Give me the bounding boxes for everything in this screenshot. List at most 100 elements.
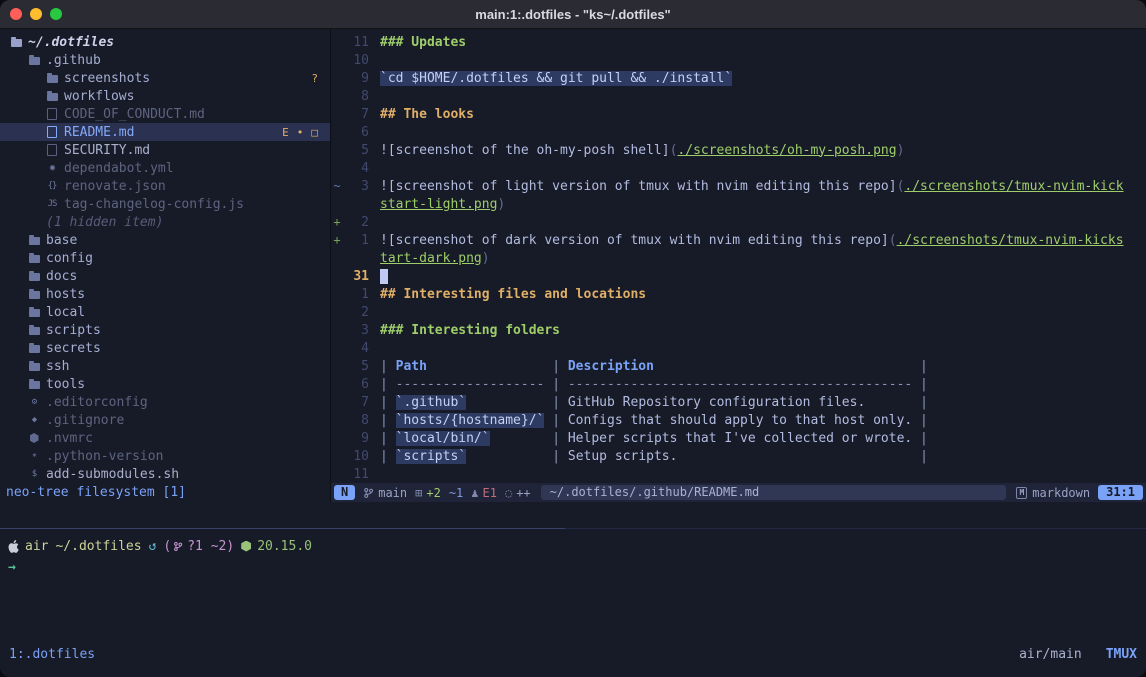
tree-item-hosts[interactable]: hosts bbox=[0, 285, 330, 303]
tmux-pane-divider[interactable] bbox=[0, 528, 1146, 529]
editor-line[interactable]: 1## Interesting files and locations bbox=[331, 285, 1146, 303]
editor-line[interactable]: 5![screenshot of the oh-my-posh shell](.… bbox=[331, 141, 1146, 159]
code-segment: ./screenshots/tmux-nvim-kicks bbox=[897, 233, 1124, 248]
line-number: 6 bbox=[343, 377, 380, 392]
terminal: ~/.dotfiles.githubscreenshots?workflowsC… bbox=[0, 29, 1146, 677]
git-status-segment: ( ?1 ~2 ) bbox=[163, 539, 234, 554]
code-segment: | bbox=[912, 431, 928, 446]
tmux-session: air/main bbox=[1019, 647, 1082, 662]
tree-item-ssh[interactable]: ssh bbox=[0, 357, 330, 375]
line-number: 1 bbox=[343, 287, 380, 302]
tree-item-renovate-json[interactable]: {}renovate.json bbox=[0, 177, 330, 195]
editor-line[interactable]: 7## The looks bbox=[331, 105, 1146, 123]
gutter-sign bbox=[331, 395, 343, 409]
tree-item-workflows[interactable]: workflows bbox=[0, 87, 330, 105]
line-text: ### Updates bbox=[380, 35, 1146, 50]
tree-item-tag-changelog-config-js[interactable]: JStag-changelog-config.js bbox=[0, 195, 330, 213]
line-text: ## Interesting files and locations bbox=[380, 287, 1146, 302]
editor-line[interactable]: 11 bbox=[331, 465, 1146, 483]
tree-item-local[interactable]: local bbox=[0, 303, 330, 321]
editor-line[interactable]: 5| Path | Description | bbox=[331, 357, 1146, 375]
dependabot-icon: ◉ bbox=[46, 162, 58, 174]
gutter-sign bbox=[331, 161, 343, 175]
shell-prompt: air ~/.dotfiles ↺ ( ?1 ~2 ) 20.15.0 bbox=[8, 537, 1138, 555]
tree-item-scripts[interactable]: scripts bbox=[0, 321, 330, 339]
code-segment: ) bbox=[482, 251, 490, 266]
tree-item-dependabot-yml[interactable]: ◉dependabot.yml bbox=[0, 159, 330, 177]
tree-item-base[interactable]: base bbox=[0, 231, 330, 249]
minimize-button[interactable] bbox=[30, 8, 42, 20]
zoom-button[interactable] bbox=[50, 8, 62, 20]
editor-line[interactable]: 4 bbox=[331, 159, 1146, 177]
code-segment: ./screenshots/tmux-nvim-kick bbox=[904, 179, 1123, 194]
line-number: 4 bbox=[343, 161, 380, 176]
filetype-label: markdown bbox=[1032, 486, 1090, 500]
code-segment: ./screenshots/oh-my-posh.png bbox=[677, 143, 896, 158]
line-number: 4 bbox=[343, 341, 380, 356]
tree-item-security-md[interactable]: SECURITY.md bbox=[0, 141, 330, 159]
tree-item-python-version[interactable]: ∗.python-version bbox=[0, 447, 330, 465]
line-text: ![screenshot of the oh-my-posh shell](./… bbox=[380, 143, 1146, 158]
editor-line[interactable]: 8 bbox=[331, 87, 1146, 105]
line-number: 7 bbox=[343, 395, 380, 410]
line-number: 8 bbox=[343, 89, 380, 104]
pad: ------------------- bbox=[396, 377, 545, 392]
editor-line[interactable]: 2 bbox=[331, 303, 1146, 321]
tree-item-secrets[interactable]: secrets bbox=[0, 339, 330, 357]
gutter-sign bbox=[331, 431, 343, 445]
editor-line[interactable]: 9| `local/bin/` | Helper scripts that I'… bbox=[331, 429, 1146, 447]
close-button[interactable] bbox=[10, 8, 22, 20]
editor-line[interactable]: 10 bbox=[331, 51, 1146, 69]
code-segment: | bbox=[380, 359, 396, 374]
command-input-line[interactable]: → bbox=[8, 558, 16, 576]
editor-line[interactable]: 8| `hosts/{hostname}/` | Configs that sh… bbox=[331, 411, 1146, 429]
tmux-window-item[interactable]: 1:.dotfiles bbox=[9, 647, 95, 662]
editor-line[interactable]: 11### Updates bbox=[331, 33, 1146, 51]
code-segment: ) bbox=[897, 143, 905, 158]
code-segment: | bbox=[544, 395, 567, 410]
editor-line[interactable]: 10| `scripts` | Setup scripts. | bbox=[331, 447, 1146, 465]
tree-item-nvmrc[interactable]: .nvmrc bbox=[0, 429, 330, 447]
tmux-status-right: air/main TMUX bbox=[1019, 647, 1137, 662]
line-number: 9 bbox=[343, 71, 380, 86]
editor-line[interactable]: ~3![screenshot of light version of tmux … bbox=[331, 177, 1146, 195]
editor-line[interactable]: 4 bbox=[331, 339, 1146, 357]
tree-item-docs[interactable]: docs bbox=[0, 267, 330, 285]
line-text: ![screenshot of dark version of tmux wit… bbox=[380, 233, 1146, 248]
statusline: N main ⊞ +2 ~1 ♟ E1 ◌ ++ ~/.dotfiles/.gi… bbox=[331, 483, 1146, 502]
tree-item-1-hidden-item[interactable]: (1 hidden item) bbox=[0, 213, 330, 231]
editor-line[interactable]: 9`cd $HOME/.dotfiles && git pull && ./in… bbox=[331, 69, 1146, 87]
tree-item-config[interactable]: config bbox=[0, 249, 330, 267]
editor-line[interactable]: +2 bbox=[331, 213, 1146, 231]
gutter-sign bbox=[331, 467, 343, 481]
diamond-icon: ◆ bbox=[28, 414, 40, 426]
editor-line[interactable]: 31 bbox=[331, 267, 1146, 285]
tree-item-github[interactable]: .github bbox=[0, 51, 330, 69]
editor-line[interactable]: 7| `.github` | GitHub Repository configu… bbox=[331, 393, 1146, 411]
code-segment: ![screenshot of the oh-my-posh shell] bbox=[380, 143, 670, 158]
folder-icon bbox=[46, 90, 58, 102]
tree-item-label: config bbox=[46, 251, 93, 266]
tree-item-dotfiles[interactable]: ~/.dotfiles bbox=[0, 33, 330, 51]
tree-item-tools[interactable]: tools bbox=[0, 375, 330, 393]
editor-line[interactable]: 6 bbox=[331, 123, 1146, 141]
folder-icon bbox=[28, 342, 40, 354]
tree-item-add-submodules-sh[interactable]: $add-submodules.sh bbox=[0, 465, 330, 483]
tree-item-editorconfig[interactable]: ⚙.editorconfig bbox=[0, 393, 330, 411]
asterisk-icon: ∗ bbox=[28, 450, 40, 462]
tree-item-readme-md[interactable]: README.mdE•□ bbox=[0, 123, 330, 141]
line-number: 8 bbox=[343, 413, 380, 428]
editor-line[interactable]: +1![screenshot of dark version of tmux w… bbox=[331, 231, 1146, 249]
editor-line[interactable]: start-light.png) bbox=[331, 195, 1146, 213]
editor-line[interactable]: 3### Interesting folders bbox=[331, 321, 1146, 339]
tree-item-screenshots[interactable]: screenshots? bbox=[0, 69, 330, 87]
line-number: 9 bbox=[343, 431, 380, 446]
gear-icon: ⚙ bbox=[28, 396, 40, 408]
editor-line[interactable]: 6| ------------------- | ---------------… bbox=[331, 375, 1146, 393]
git-status-badges: E•□ bbox=[282, 126, 318, 139]
file-icon bbox=[46, 126, 58, 138]
tree-item-code-of-conduct-md[interactable]: CODE_OF_CONDUCT.md bbox=[0, 105, 330, 123]
tree-item-gitignore[interactable]: ◆.gitignore bbox=[0, 411, 330, 429]
code-segment: ) bbox=[497, 197, 505, 212]
editor-line[interactable]: tart-dark.png) bbox=[331, 249, 1146, 267]
